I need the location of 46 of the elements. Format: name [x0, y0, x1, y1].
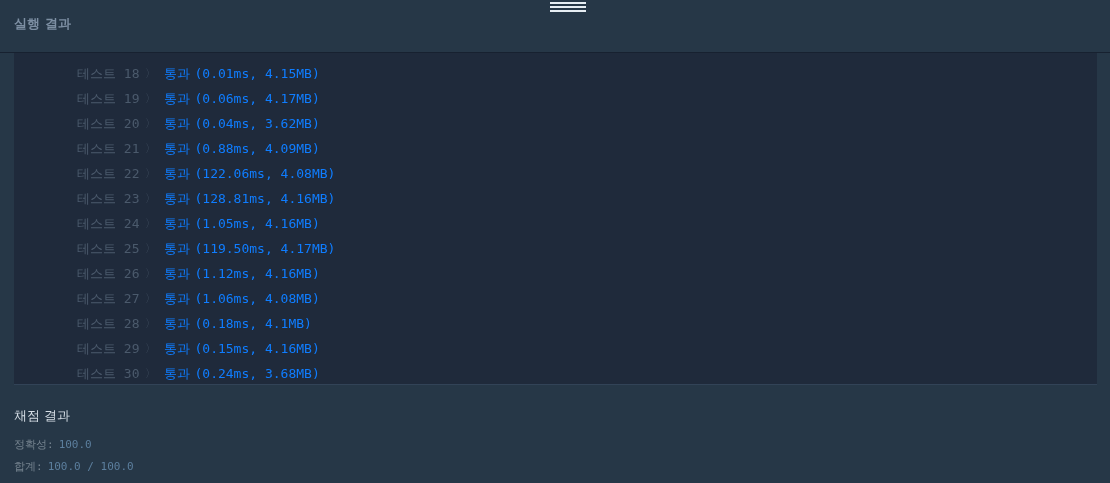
test-detail: (0.18ms, 4.1MB): [194, 316, 312, 331]
test-status: 통과: [164, 364, 191, 383]
score-title: 채점 결과: [14, 407, 72, 425]
test-status: 통과: [164, 314, 191, 333]
test-detail: (122.06ms, 4.08MB): [194, 166, 336, 181]
test-detail: (0.24ms, 3.68MB): [194, 366, 320, 381]
score-label: 합계:: [14, 458, 43, 474]
chevron-icon: 〉: [145, 141, 157, 156]
test-detail: (0.15ms, 4.16MB): [194, 341, 320, 356]
test-detail: (119.50ms, 4.17MB): [194, 241, 336, 256]
chevron-icon: 〉: [145, 166, 157, 181]
chevron-icon: 〉: [145, 241, 157, 256]
chevron-icon: 〉: [145, 366, 157, 381]
chevron-icon: 〉: [145, 341, 157, 356]
test-detail: (1.05ms, 4.16MB): [194, 216, 320, 231]
resize-handle-icon[interactable]: [550, 2, 586, 12]
test-status: 통과: [164, 239, 191, 258]
chevron-icon: 〉: [145, 91, 157, 106]
test-detail: (0.06ms, 4.17MB): [194, 91, 320, 106]
test-detail: (1.06ms, 4.08MB): [194, 291, 320, 306]
test-status: 통과: [164, 264, 191, 283]
chevron-icon: 〉: [145, 291, 157, 306]
test-status: 통과: [164, 114, 191, 133]
chevron-icon: 〉: [145, 266, 157, 281]
score-value: 100.0: [58, 437, 92, 451]
test-detail: (0.88ms, 4.09MB): [194, 141, 320, 156]
test-detail: (0.04ms, 3.62MB): [194, 116, 320, 131]
test-detail: (128.81ms, 4.16MB): [194, 191, 336, 206]
chevron-icon: 〉: [145, 216, 157, 231]
test-status: 통과: [164, 339, 191, 358]
test-status: 통과: [164, 189, 191, 208]
chevron-icon: 〉: [145, 66, 157, 81]
score-value: 100.0 / 100.0: [47, 459, 134, 473]
chevron-icon: 〉: [145, 191, 157, 206]
test-status: 통과: [164, 214, 191, 233]
test-detail: (0.01ms, 4.15MB): [194, 66, 320, 81]
chevron-icon: 〉: [145, 116, 157, 131]
test-status: 통과: [164, 289, 191, 308]
test-detail: (1.12ms, 4.16MB): [194, 266, 320, 281]
test-status: 통과: [164, 89, 191, 108]
score-label: 정확성:: [14, 436, 54, 452]
chevron-icon: 〉: [145, 316, 157, 331]
test-status: 통과: [164, 64, 191, 83]
test-status: 통과: [164, 139, 191, 158]
panel-title: 실행 결과: [14, 15, 71, 33]
test-status: 통과: [164, 164, 191, 183]
